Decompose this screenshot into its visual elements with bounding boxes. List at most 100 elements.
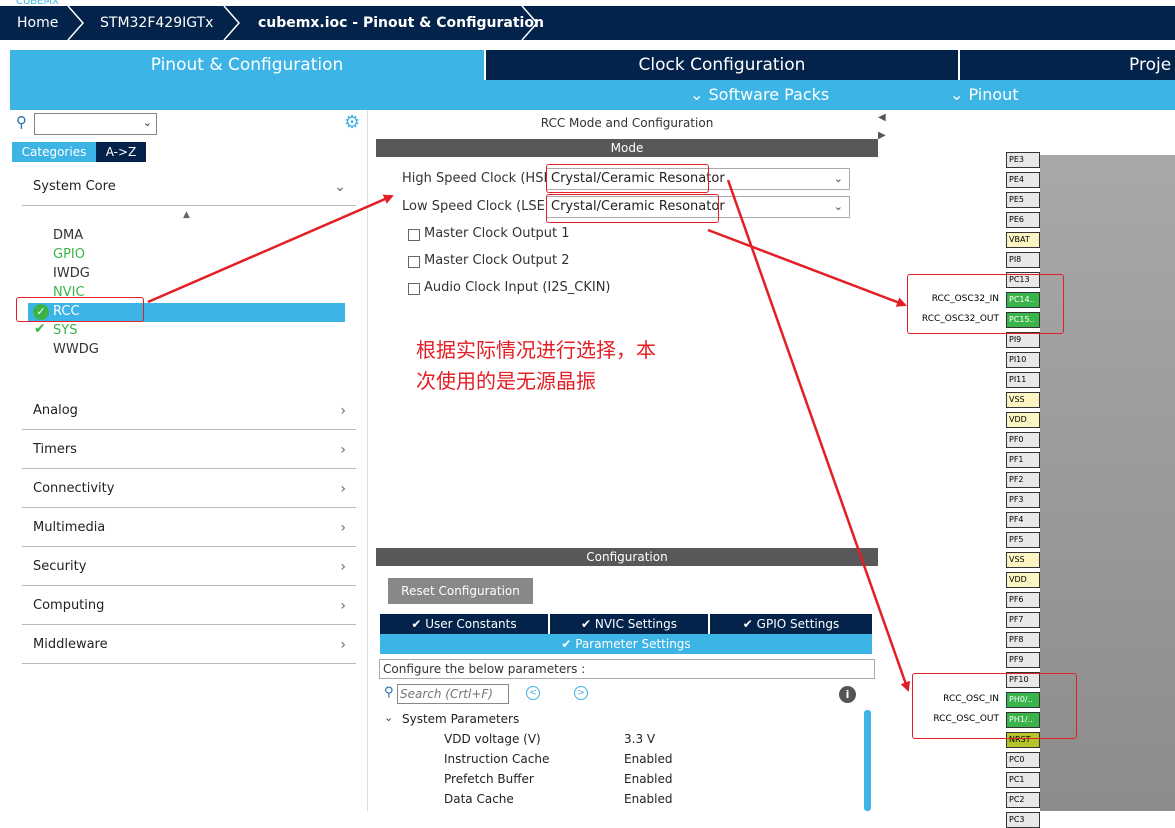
pin[interactable]: PI10 <box>1006 352 1040 368</box>
chevron-down-icon: ⌄ <box>690 85 709 104</box>
pin[interactable]: PI9 <box>1006 332 1040 348</box>
tab-categories[interactable]: Categories <box>12 142 96 162</box>
group-system-parameters[interactable]: System Parameters <box>402 712 519 726</box>
pin[interactable]: PI8 <box>1006 252 1040 268</box>
tab-nvic-settings[interactable]: ✔ NVIC Settings <box>550 614 708 634</box>
category-security[interactable]: Security › <box>22 548 356 586</box>
reset-configuration-button[interactable]: Reset Configuration <box>388 578 533 604</box>
category-computing[interactable]: Computing › <box>22 587 356 625</box>
splitter-handle[interactable]: ◀ ▶ <box>878 110 886 170</box>
chevron-right-icon: › <box>340 520 346 536</box>
category-panel: ⚲ ⌄ ⚙ Categories A->Z System Core ⌄ ▲ DMA… <box>10 110 368 811</box>
param-name: Prefetch Buffer <box>444 772 534 786</box>
breadcrumb-project[interactable]: cubemx.ioc - Pinout & Configuration <box>258 6 544 40</box>
pin[interactable]: PF9 <box>1006 652 1040 668</box>
pin[interactable]: PE5 <box>1006 192 1040 208</box>
pin[interactable]: PC0 <box>1006 752 1040 768</box>
check-circle-icon: ✔ <box>742 617 757 631</box>
chevron-right-icon: › <box>340 442 346 458</box>
software-packs-menu[interactable]: ⌄ Software Packs <box>690 80 829 110</box>
mco2-checkbox[interactable] <box>408 256 420 268</box>
caret-left-icon: ◀ <box>878 112 886 123</box>
pin[interactable]: PF5 <box>1006 532 1040 548</box>
breadcrumb-device[interactable]: STM32F429IGTx <box>100 6 213 40</box>
breadcrumb-separator-icon <box>521 6 539 40</box>
category-analog[interactable]: Analog › <box>22 392 356 430</box>
gear-icon[interactable]: ⚙ <box>344 112 360 133</box>
search-combo[interactable]: ⌄ <box>34 113 157 135</box>
tab-project-manager[interactable]: Proje <box>960 50 1175 80</box>
tab-a-z[interactable]: A->Z <box>96 142 146 162</box>
breadcrumb-home[interactable]: Home <box>17 6 58 40</box>
chevron-down-icon: ⌄ <box>833 172 843 185</box>
pin[interactable]: VBAT <box>1006 232 1040 248</box>
tab-pinout-configuration[interactable]: Pinout & Configuration <box>10 50 484 80</box>
breadcrumb: Home STM32F429IGTx cubemx.ioc - Pinout &… <box>0 6 1175 40</box>
tab-clock-configuration[interactable]: Clock Configuration <box>486 50 958 80</box>
pin[interactable]: PF2 <box>1006 472 1040 488</box>
param-value[interactable]: Enabled <box>624 752 673 766</box>
annotation-line-1: 根据实际情况进行选择，本 <box>416 338 656 362</box>
list-item-dma[interactable]: DMA <box>53 227 83 245</box>
tab-gpio-settings[interactable]: ✔ GPIO Settings <box>710 614 872 634</box>
sort-icon[interactable]: ▲ <box>183 210 190 220</box>
pin[interactable]: VSS <box>1006 392 1040 408</box>
param-value[interactable]: Enabled <box>624 772 673 786</box>
pin[interactable]: PF0 <box>1006 432 1040 448</box>
configuration-panel: Configuration Reset Configuration ✔ User… <box>376 548 878 811</box>
pin[interactable]: PE3 <box>1006 152 1040 168</box>
i2s-ckin-checkbox[interactable] <box>408 283 420 295</box>
pin[interactable]: PF1 <box>1006 452 1040 468</box>
chevron-right-icon: › <box>340 403 346 419</box>
pin[interactable]: VDD <box>1006 572 1040 588</box>
chevron-right-icon: › <box>340 559 346 575</box>
pin[interactable]: PI11 <box>1006 372 1040 388</box>
category-system-core[interactable]: System Core ⌄ <box>22 168 356 206</box>
main-tabs: Pinout & Configuration Clock Configurati… <box>10 50 1175 80</box>
param-value[interactable]: 3.3 V <box>624 732 655 746</box>
pin[interactable]: PC3 <box>1006 812 1040 828</box>
param-name: Instruction Cache <box>444 752 550 766</box>
info-icon[interactable]: i <box>839 686 856 703</box>
hse-label: High Speed Clock (HSE) <box>402 171 557 186</box>
check-icon: ✔ <box>34 321 46 337</box>
pin[interactable]: VSS <box>1006 552 1040 568</box>
list-item-sys[interactable]: SYS <box>53 322 77 340</box>
chevron-down-icon: ⌄ <box>950 85 969 104</box>
mco1-checkbox[interactable] <box>408 229 420 241</box>
param-value[interactable]: Enabled <box>624 792 673 806</box>
previous-icon[interactable]: < <box>526 686 540 700</box>
pin[interactable]: PF3 <box>1006 492 1040 508</box>
parameter-search-input[interactable] <box>397 684 509 704</box>
list-item-wwdg[interactable]: WWDG <box>53 341 99 359</box>
pin[interactable]: PE4 <box>1006 172 1040 188</box>
pin[interactable]: PC2 <box>1006 792 1040 808</box>
pin[interactable]: VDD <box>1006 412 1040 428</box>
category-timers[interactable]: Timers › <box>22 431 356 469</box>
chevron-right-icon: › <box>340 598 346 614</box>
pin[interactable]: PF8 <box>1006 632 1040 648</box>
category-connectivity[interactable]: Connectivity › <box>22 470 356 508</box>
list-item-iwdg[interactable]: IWDG <box>53 265 90 283</box>
scrollbar[interactable] <box>864 710 871 811</box>
pin[interactable]: PF6 <box>1006 592 1040 608</box>
search-icon: ⚲ <box>384 685 394 700</box>
pin[interactable]: PC1 <box>1006 772 1040 788</box>
pinout-menu[interactable]: ⌄ Pinout <box>950 80 1019 110</box>
category-middleware[interactable]: Middleware › <box>22 626 356 664</box>
check-circle-icon: ✔ <box>580 617 595 631</box>
category-multimedia[interactable]: Multimedia › <box>22 509 356 547</box>
list-item-gpio[interactable]: GPIO <box>53 246 85 264</box>
highlight-lse-pins <box>907 274 1064 334</box>
pin[interactable]: PE6 <box>1006 212 1040 228</box>
tab-user-constants[interactable]: ✔ User Constants <box>380 614 548 634</box>
pin[interactable]: PF4 <box>1006 512 1040 528</box>
pin[interactable]: PF7 <box>1006 612 1040 628</box>
param-name: Data Cache <box>444 792 514 806</box>
chevron-right-icon: › <box>340 637 346 653</box>
next-icon[interactable]: > <box>574 686 588 700</box>
mco1-label: Master Clock Output 1 <box>424 226 570 241</box>
chevron-right-icon: › <box>340 481 346 497</box>
chevron-down-icon[interactable]: ⌄ <box>384 711 393 724</box>
tab-parameter-settings[interactable]: ✔ Parameter Settings <box>380 634 872 654</box>
